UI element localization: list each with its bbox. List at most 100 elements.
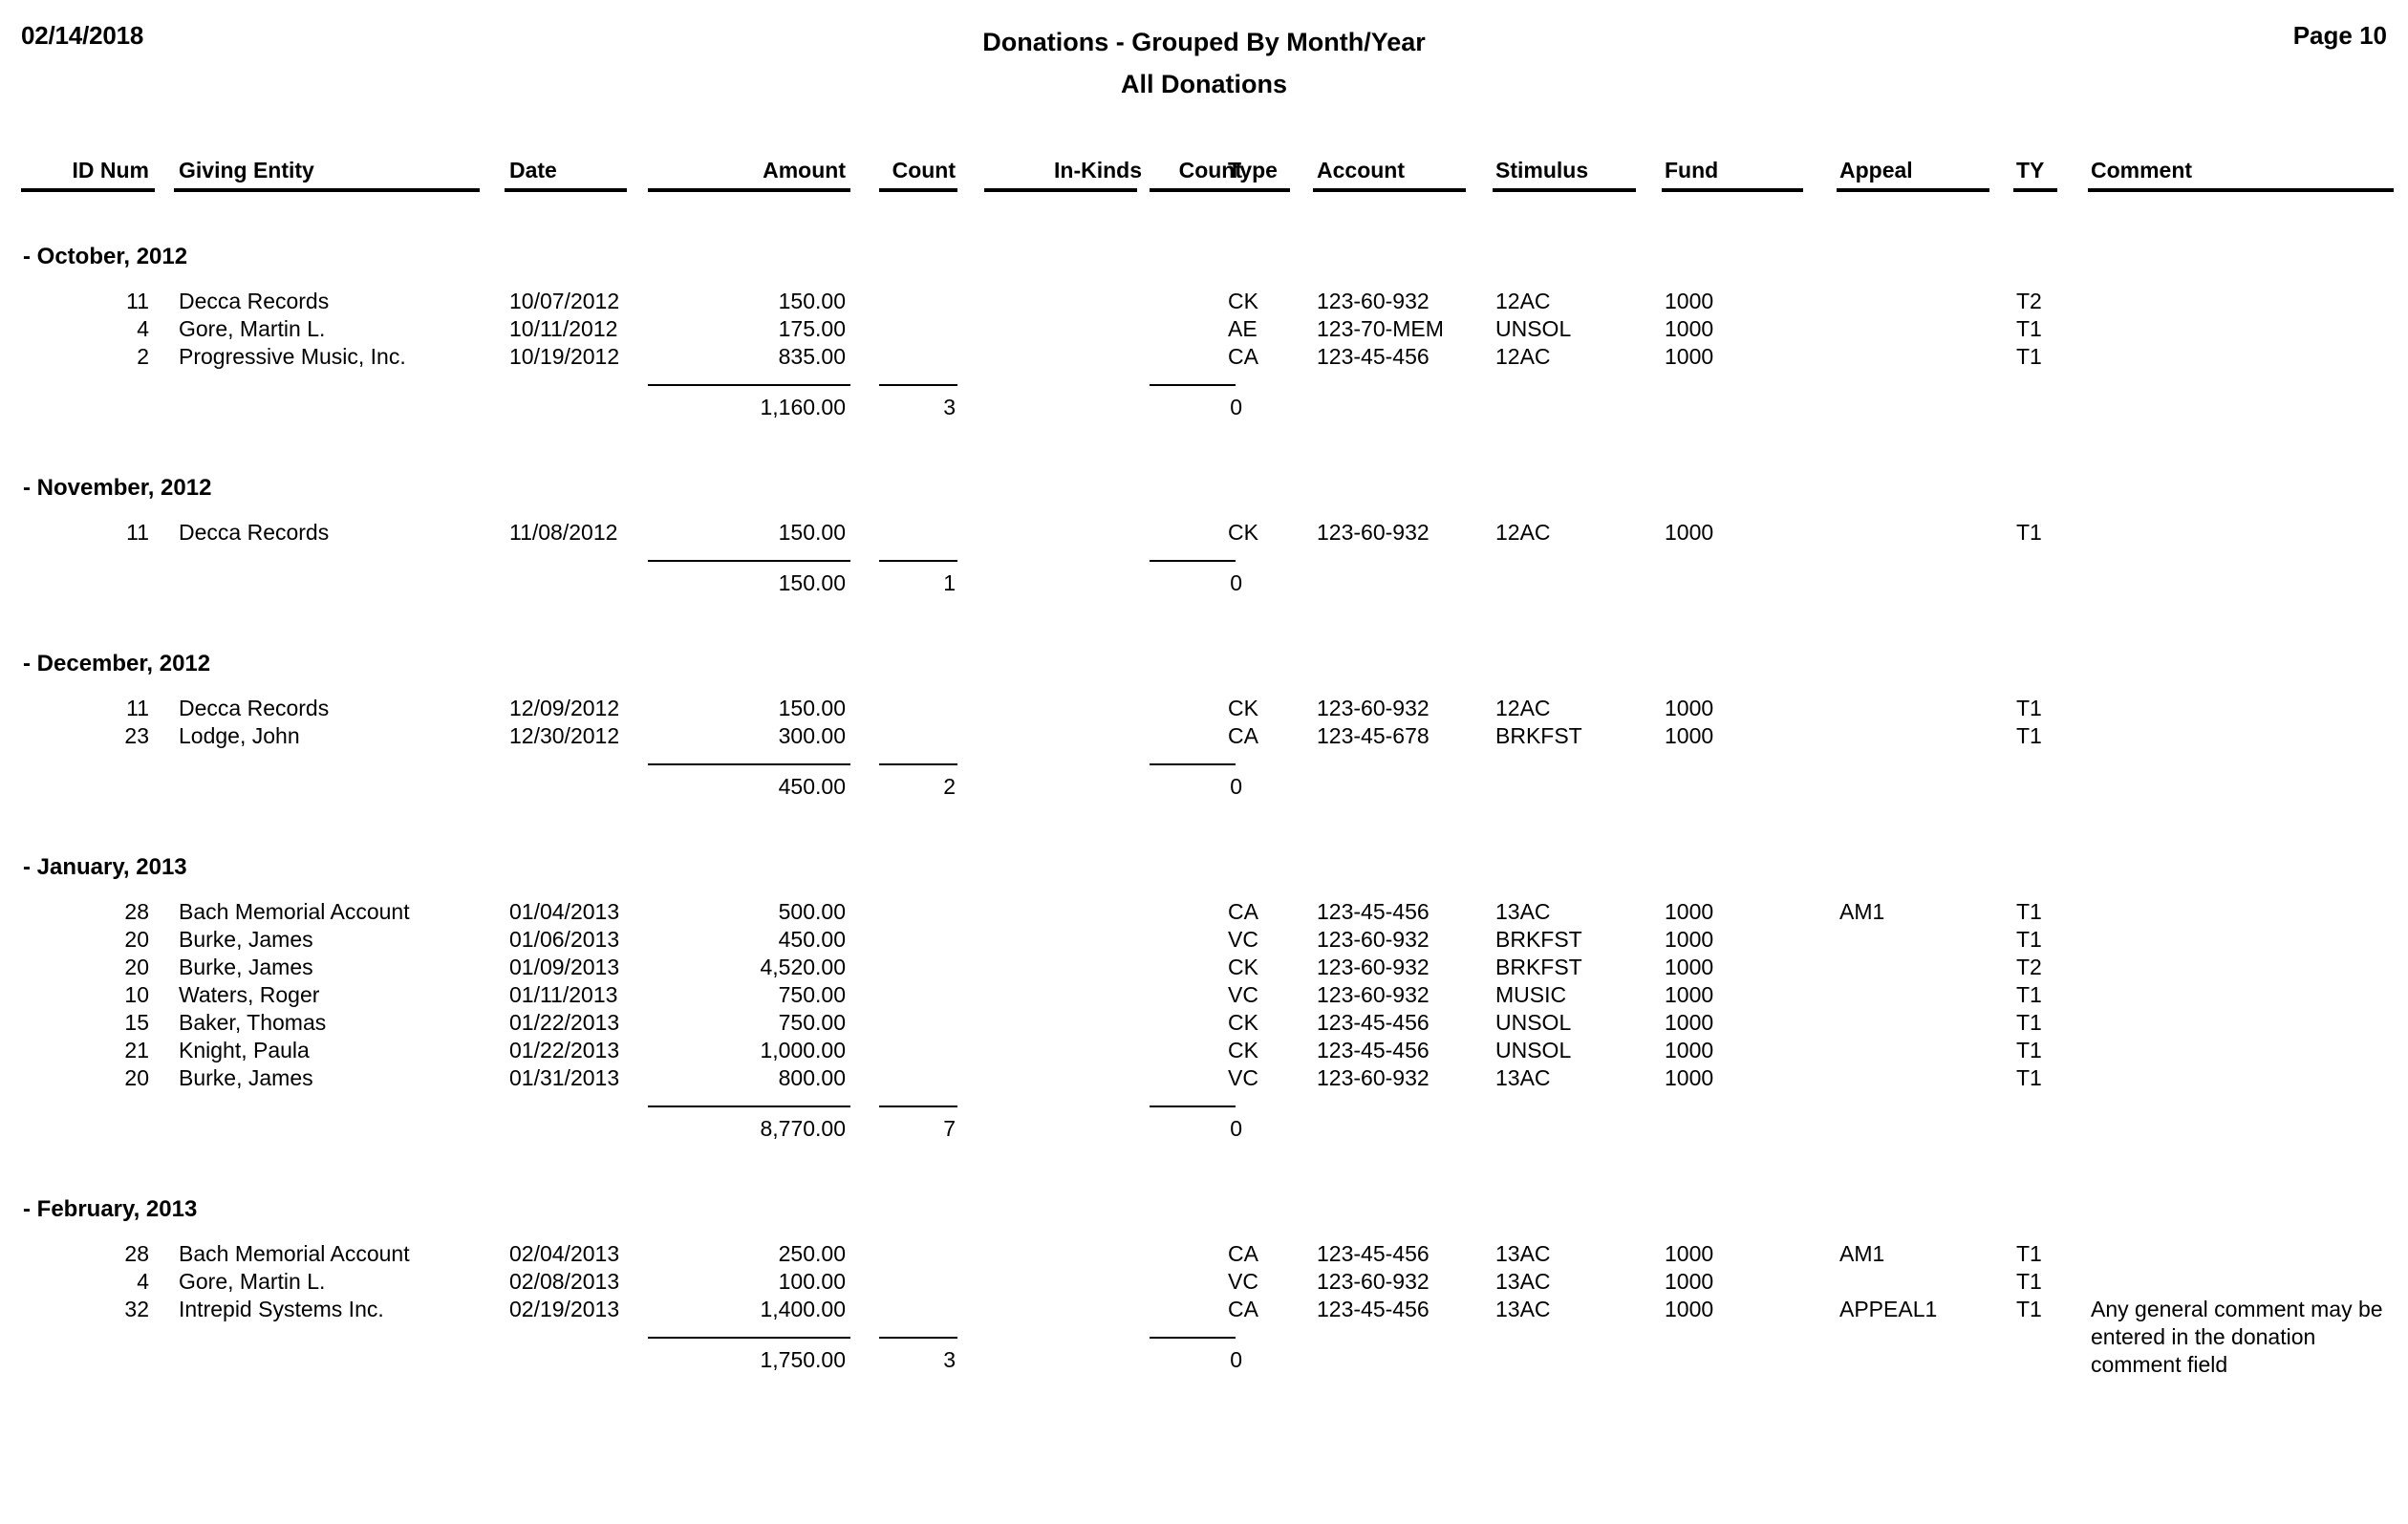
cell-fund: 1000 <box>1665 927 1714 952</box>
cell-fund: 1000 <box>1665 982 1714 1007</box>
cell-giving-entity: Lodge, John <box>179 723 300 748</box>
subtotal-rule-amount <box>648 1105 850 1107</box>
column-rule-stimulus <box>1493 188 1636 192</box>
cell-account: 123-60-932 <box>1317 1065 1430 1090</box>
column-header-in-kinds: In-Kinds <box>1054 158 1142 182</box>
cell-amount: 1,000.00 <box>760 1038 846 1063</box>
subtotal-rule-count-1 <box>879 763 957 765</box>
cell-giving-entity: Bach Memorial Account <box>179 899 410 924</box>
column-rule-count-2 <box>1150 188 1236 192</box>
cell-giving-entity: Knight, Paula <box>179 1038 310 1063</box>
column-header-id-num: ID Num <box>72 158 150 182</box>
cell-id-num: 23 <box>124 723 149 748</box>
report-title-block: Donations - Grouped By Month/Year All Do… <box>0 21 2408 105</box>
cell-amount: 150.00 <box>778 520 846 545</box>
column-rule-comment <box>2088 188 2394 192</box>
cell-id-num: 10 <box>124 982 149 1007</box>
column-header-ty: TY <box>2016 158 2045 182</box>
cell-account: 123-45-456 <box>1317 1038 1430 1063</box>
cell-type: VC <box>1228 1269 1258 1294</box>
cell-giving-entity: Decca Records <box>179 520 330 545</box>
column-rule-id-num <box>21 188 155 192</box>
subtotal-count-1: 3 <box>943 395 956 419</box>
cell-account: 123-60-932 <box>1317 927 1430 952</box>
cell-ty: T1 <box>2016 723 2042 748</box>
cell-appeal: APPEAL1 <box>1839 1297 1938 1321</box>
column-header-fund: Fund <box>1665 158 1719 182</box>
cell-fund: 1000 <box>1665 289 1714 313</box>
cell-id-num: 11 <box>126 520 149 545</box>
cell-id-num: 20 <box>124 927 149 952</box>
report-page: 02/14/2018 Donations - Grouped By Month/… <box>0 0 2408 1524</box>
cell-stimulus: BRKFST <box>1495 955 1582 979</box>
subtotal-row: 8,770.00 7 0 <box>0 1115 2408 1143</box>
cell-id-num: 28 <box>124 1241 149 1266</box>
cell-account: 123-45-456 <box>1317 1241 1430 1266</box>
cell-stimulus: 12AC <box>1495 344 1551 369</box>
column-rule-count-1 <box>879 188 957 192</box>
column-header-type: Type <box>1228 158 1278 182</box>
column-header-date: Date <box>509 158 557 182</box>
subtotal-amount: 1,750.00 <box>760 1347 846 1372</box>
cell-stimulus: MUSIC <box>1495 982 1567 1007</box>
subtotal-count-2: 0 <box>1230 395 1242 419</box>
cell-type: CK <box>1228 289 1258 313</box>
cell-fund: 1000 <box>1665 723 1714 748</box>
table-row: 28 Bach Memorial Account 02/04/2013 250.00 C… <box>0 1240 2408 1268</box>
subtotal-rule-count-1 <box>879 384 957 386</box>
column-rule-appeal <box>1837 188 1989 192</box>
table-row: 32 Intrepid Systems Inc. 02/19/2013 1,400.0… <box>0 1296 2408 1377</box>
subtotal-rule-amount <box>648 384 850 386</box>
column-rule-amount <box>648 188 850 192</box>
subtotal-count-2: 0 <box>1230 1347 1242 1372</box>
cell-ty: T1 <box>2016 520 2042 545</box>
subtotal-count-1: 2 <box>943 774 956 799</box>
column-header-stimulus: Stimulus <box>1495 158 1589 182</box>
cell-amount: 835.00 <box>778 344 846 369</box>
cell-id-num: 28 <box>124 899 149 924</box>
column-rule-giving-entity <box>174 188 480 192</box>
cell-amount: 800.00 <box>778 1065 846 1090</box>
cell-stimulus: BRKFST <box>1495 723 1582 748</box>
cell-type: VC <box>1228 1065 1258 1090</box>
cell-id-num: 11 <box>126 289 149 313</box>
cell-ty: T1 <box>2016 899 2042 924</box>
cell-account: 123-45-456 <box>1317 1297 1430 1321</box>
cell-stimulus: 13AC <box>1495 1065 1551 1090</box>
subtotal-rule-count-2 <box>1150 384 1236 386</box>
cell-amount: 1,400.00 <box>760 1297 846 1321</box>
cell-type: CA <box>1228 1241 1258 1266</box>
cell-stimulus: UNSOL <box>1495 1010 1572 1035</box>
column-rule-account <box>1313 188 1466 192</box>
cell-account: 123-60-932 <box>1317 696 1430 720</box>
subtotal-count-2: 0 <box>1230 570 1242 595</box>
cell-amount: 150.00 <box>778 696 846 720</box>
table-row: 2 Progressive Music, Inc. 10/19/2012 835.00… <box>0 343 2408 371</box>
table-row: 20 Burke, James 01/31/2013 800.00 VC 123-60-9… <box>0 1064 2408 1092</box>
cell-id-num: 20 <box>124 955 149 979</box>
table-row: 15 Baker, Thomas 01/22/2013 750.00 CK 123-45-… <box>0 1009 2408 1037</box>
cell-ty: T1 <box>2016 1065 2042 1090</box>
table-row: 4 Gore, Martin L. 02/08/2013 100.00 VC 123-60… <box>0 1268 2408 1296</box>
subtotal-row: 1,750.00 3 0 <box>0 1346 2408 1374</box>
cell-stimulus: 13AC <box>1495 899 1551 924</box>
cell-giving-entity: Gore, Martin L. <box>179 1269 326 1294</box>
cell-fund: 1000 <box>1665 1065 1714 1090</box>
subtotal-amount: 450.00 <box>778 774 846 799</box>
table-row: 20 Burke, James 01/06/2013 450.00 VC 123-60-9… <box>0 926 2408 954</box>
cell-type: CK <box>1228 955 1258 979</box>
cell-ty: T1 <box>2016 982 2042 1007</box>
cell-ty: T1 <box>2016 1241 2042 1266</box>
subtotal-count-1: 7 <box>943 1116 956 1141</box>
group-title: - November, 2012 <box>23 475 212 501</box>
table-row: 10 Waters, Roger 01/11/2013 750.00 VC 123-60-… <box>0 981 2408 1009</box>
subtotal-count-2: 0 <box>1230 774 1242 799</box>
cell-fund: 1000 <box>1665 316 1714 341</box>
cell-stimulus: 13AC <box>1495 1297 1551 1321</box>
cell-ty: T1 <box>2016 927 2042 952</box>
subtotal-rule-count-2 <box>1150 1105 1236 1107</box>
page-title: Donations - Grouped By Month/Year <box>982 28 1426 56</box>
table-row: 11 Decca Records 11/08/2012 150.00 CK 123-60-… <box>0 519 2408 547</box>
cell-stimulus: UNSOL <box>1495 316 1572 341</box>
cell-ty: T1 <box>2016 316 2042 341</box>
